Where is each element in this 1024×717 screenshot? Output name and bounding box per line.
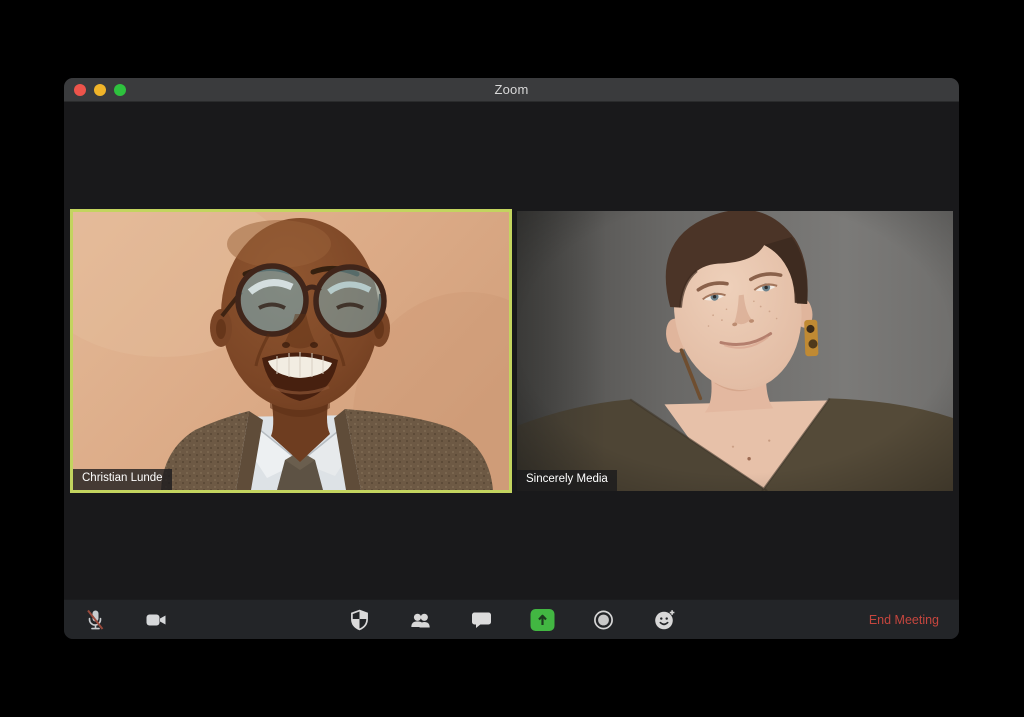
video-area: Christian Lunde Sincerely Media bbox=[64, 102, 959, 599]
chat-button[interactable] bbox=[469, 608, 493, 632]
toolbar: End Meeting bbox=[64, 599, 959, 639]
toolbar-center-group bbox=[347, 600, 676, 639]
microphone-muted-icon bbox=[87, 609, 104, 630]
video-tile-christian-lunde[interactable]: Christian Lunde bbox=[70, 208, 512, 493]
fullscreen-button[interactable] bbox=[114, 83, 126, 96]
participant-name: Christian Lunde bbox=[82, 472, 163, 484]
toolbar-left-group bbox=[83, 600, 168, 639]
participant-video-christian-lunde bbox=[73, 211, 509, 490]
record-button[interactable] bbox=[591, 608, 615, 632]
end-meeting-button[interactable]: End Meeting bbox=[869, 600, 939, 639]
shield-icon bbox=[350, 609, 368, 630]
share-screen-pill bbox=[530, 608, 554, 631]
video-grid: Christian Lunde Sincerely Media bbox=[70, 208, 953, 493]
video-tile-sincerely-media[interactable]: Sincerely Media bbox=[517, 210, 953, 491]
mute-button[interactable] bbox=[83, 608, 107, 632]
share-screen-up-arrow-icon bbox=[537, 614, 547, 625]
participant-video-sincerely-media bbox=[517, 210, 953, 491]
video-camera-icon bbox=[146, 614, 166, 625]
reactions-button[interactable] bbox=[652, 608, 676, 632]
minimize-button[interactable] bbox=[94, 83, 106, 96]
security-button[interactable] bbox=[347, 608, 371, 632]
participants-button[interactable] bbox=[408, 608, 432, 632]
chat-bubble-icon bbox=[471, 612, 491, 628]
share-screen-button[interactable] bbox=[530, 608, 554, 632]
participants-icon bbox=[410, 613, 430, 627]
close-button[interactable] bbox=[74, 83, 86, 96]
zoom-window: Zoom Christian Lunde Sincerely Media End… bbox=[64, 78, 959, 639]
stop-video-button[interactable] bbox=[144, 608, 168, 632]
participant-name: Sincerely Media bbox=[526, 473, 608, 485]
titlebar[interactable]: Zoom bbox=[64, 78, 959, 102]
reactions-smiley-plus-icon bbox=[654, 609, 674, 629]
window-title: Zoom bbox=[494, 82, 529, 97]
participant-name-label: Sincerely Media bbox=[517, 470, 617, 491]
record-icon bbox=[593, 610, 613, 629]
desktop-background: Zoom Christian Lunde Sincerely Media End… bbox=[0, 0, 1024, 717]
traffic-lights bbox=[74, 78, 126, 101]
participant-name-label: Christian Lunde bbox=[73, 469, 172, 490]
